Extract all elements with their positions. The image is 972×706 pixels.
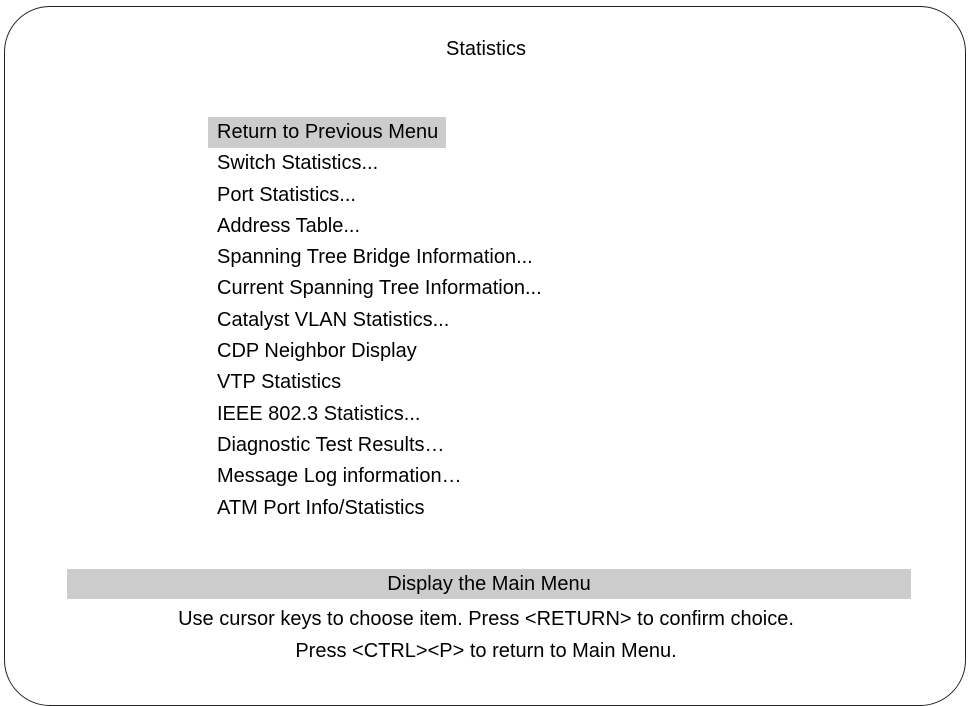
menu-item-diagnostic-test-results[interactable]: Diagnostic Test Results… <box>208 430 550 461</box>
menu-item-port-statistics[interactable]: Port Statistics... <box>208 180 550 211</box>
menu-item-spanning-tree-bridge-information[interactable]: Spanning Tree Bridge Information... <box>208 242 550 273</box>
screen-title: Statistics <box>445 38 527 60</box>
menu-item-return-to-previous-menu[interactable]: Return to Previous Menu <box>208 117 447 149</box>
instructions-line-2: Press <CTRL><P> to return to Main Menu. <box>295 640 677 662</box>
item-description-bar: Display the Main Menu <box>67 569 911 599</box>
menu-item-current-spanning-tree-information[interactable]: Current Spanning Tree Information... <box>208 273 550 304</box>
menu-item-cdp-neighbor-display[interactable]: CDP Neighbor Display <box>208 336 550 367</box>
menu-item-address-table[interactable]: Address Table... <box>208 211 550 242</box>
menu-item-message-log-information[interactable]: Message Log information… <box>208 461 550 492</box>
statistics-menu: Return to Previous Menu Switch Statistic… <box>208 117 550 524</box>
menu-item-catalyst-vlan-statistics[interactable]: Catalyst VLAN Statistics... <box>208 305 550 336</box>
menu-item-vtp-statistics[interactable]: VTP Statistics <box>208 367 550 398</box>
menu-item-ieee-802-3-statistics[interactable]: IEEE 802.3 Statistics... <box>208 399 550 430</box>
instructions: Use cursor keys to choose item. Press <R… <box>0 603 972 667</box>
menu-item-switch-statistics[interactable]: Switch Statistics... <box>208 148 550 179</box>
menu-item-atm-port-info-statistics[interactable]: ATM Port Info/Statistics <box>208 493 550 524</box>
instructions-line-1: Use cursor keys to choose item. Press <R… <box>178 608 794 630</box>
